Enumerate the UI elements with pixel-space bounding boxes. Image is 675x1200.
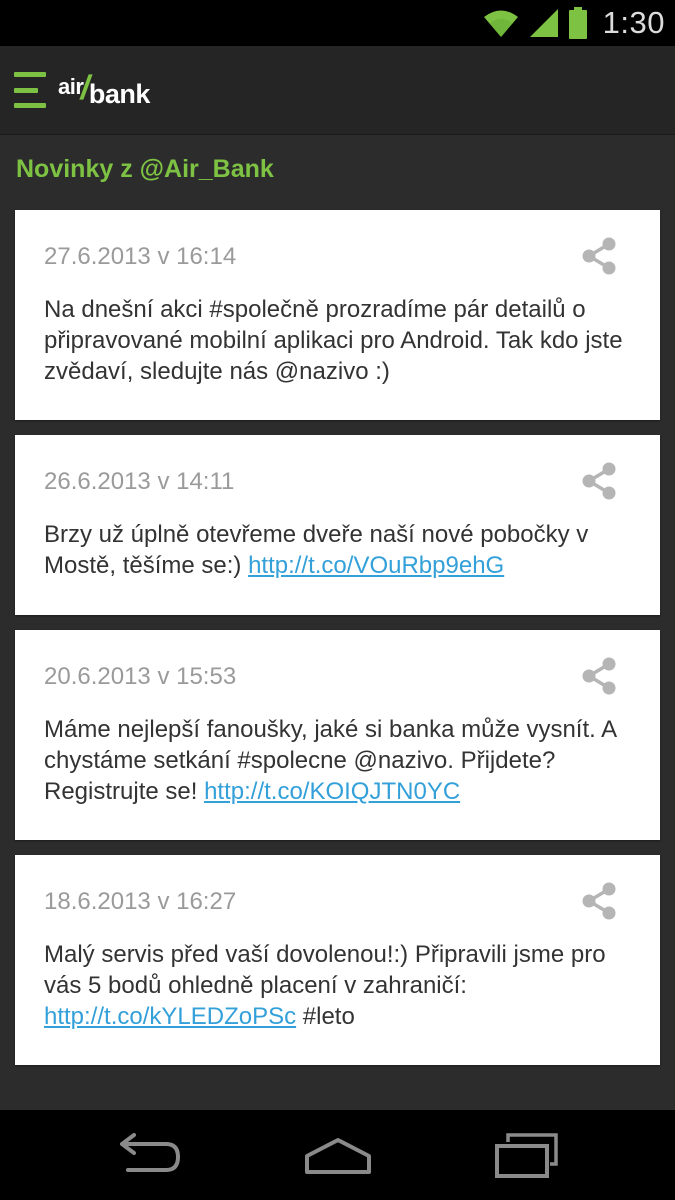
hamburger-menu-icon[interactable] — [14, 72, 46, 108]
section-title: Novinky z @Air_Bank — [16, 155, 274, 183]
post-text: Brzy už úplně otevřeme dveře naší nové p… — [44, 519, 639, 581]
news-card: 20.6.2013 v 15:53 Máme nejlepší fanoušky… — [15, 630, 660, 840]
news-card: 27.6.2013 v 16:14 Na dnešní akci #společ… — [15, 210, 660, 420]
signal-icon — [529, 9, 558, 37]
recent-apps-icon[interactable] — [494, 1132, 560, 1178]
news-card: 26.6.2013 v 14:11 Brzy už úplně otevřeme… — [15, 435, 660, 615]
status-time: 1:30 — [602, 5, 665, 40]
menu-line — [14, 103, 46, 108]
post-text-body: Na dnešní akci #společně prozradíme pár … — [44, 296, 623, 385]
air-bank-logo[interactable]: air / bank — [58, 69, 151, 110]
share-icon[interactable] — [580, 236, 618, 276]
post-text: Malý servis před vaší dovolenou!:) Připr… — [44, 939, 639, 1032]
battery-icon — [568, 7, 587, 39]
post-text-body: Malý servis před vaší dovolenou!:) Připr… — [44, 941, 606, 999]
post-link[interactable]: http://t.co/kYLEDZoPSc — [44, 1003, 296, 1030]
post-link[interactable]: http://t.co/KOIQJTN0YC — [204, 778, 460, 805]
back-icon[interactable] — [116, 1132, 182, 1178]
navigation-bar — [0, 1110, 675, 1200]
screen: 1:30 air / bank Novinky z @Air_Bank 27.6… — [0, 0, 675, 1200]
post-hashtag: #leto — [296, 1003, 355, 1030]
share-icon[interactable] — [580, 881, 618, 921]
news-card: 18.6.2013 v 16:27 Malý servis před vaší … — [15, 855, 660, 1065]
menu-line — [14, 72, 46, 77]
home-icon[interactable] — [303, 1132, 373, 1178]
post-date: 27.6.2013 v 16:14 — [44, 243, 237, 270]
status-bar: 1:30 — [0, 0, 675, 46]
action-bar: air / bank — [0, 46, 675, 135]
post-date: 20.6.2013 v 15:53 — [44, 663, 237, 690]
wifi-icon — [483, 10, 518, 37]
post-text: Na dnešní akci #společně prozradíme pár … — [44, 294, 639, 387]
share-icon[interactable] — [580, 461, 618, 501]
post-date: 26.6.2013 v 14:11 — [44, 468, 235, 495]
share-icon[interactable] — [580, 656, 618, 696]
menu-line — [14, 87, 38, 93]
post-text: Máme nejlepší fanoušky, jaké si banka mů… — [44, 714, 639, 807]
feed-content[interactable]: Novinky z @Air_Bank 27.6.2013 v 16:14 Na… — [0, 135, 675, 1110]
logo-bank-text: bank — [88, 79, 151, 109]
post-date: 18.6.2013 v 16:27 — [44, 888, 237, 915]
post-link[interactable]: http://t.co/VOuRbp9ehG — [248, 552, 504, 579]
